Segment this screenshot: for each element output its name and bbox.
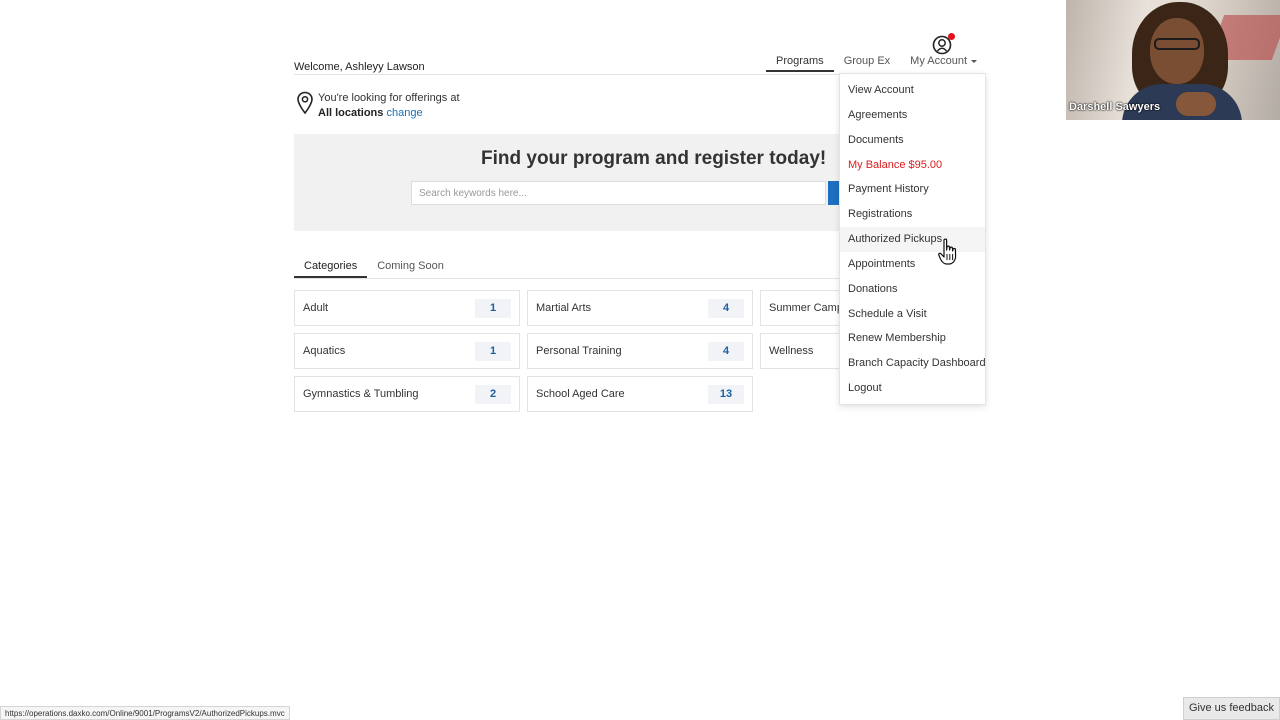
category-name: Gymnastics & Tumbling [303, 388, 419, 400]
category-name: Personal Training [536, 345, 622, 357]
menu-item-authorized-pickups[interactable]: Authorized Pickups [840, 227, 985, 252]
menu-item-payment-history[interactable]: Payment History [840, 177, 985, 202]
search-input[interactable] [411, 181, 826, 205]
participant-glasses [1154, 38, 1200, 50]
account-dropdown-menu: View Account Agreements Documents My Bal… [839, 73, 986, 405]
category-count: 13 [708, 385, 744, 404]
category-count: 2 [475, 385, 511, 404]
change-location-link[interactable]: change [386, 107, 422, 119]
participant-name: Darshell Sawyers [1069, 101, 1161, 113]
hero-title: Find your program and register today! [481, 148, 827, 169]
search-button[interactable] [828, 181, 839, 205]
location-prompt: You're looking for offerings at [318, 92, 460, 104]
menu-item-donations[interactable]: Donations [840, 277, 985, 302]
menu-item-view-account[interactable]: View Account [840, 78, 985, 103]
category-name: Adult [303, 302, 329, 314]
category-card[interactable]: Martial Arts 4 [527, 290, 753, 326]
caret-down-icon [971, 60, 978, 63]
category-count: 1 [475, 342, 511, 361]
top-navigation: Programs Group Ex My Account [766, 55, 987, 72]
category-name: Martial Arts [536, 302, 592, 314]
category-card[interactable]: Aquatics 1 [294, 333, 520, 369]
menu-item-renew-membership[interactable]: Renew Membership [840, 326, 985, 351]
nav-programs[interactable]: Programs [766, 55, 834, 72]
category-name: School Aged Care [536, 388, 625, 400]
participant-hand [1176, 92, 1216, 116]
category-card[interactable]: Adult 1 [294, 290, 520, 326]
category-count: 4 [708, 342, 744, 361]
map-pin-icon [297, 91, 313, 115]
category-count: 1 [475, 299, 511, 318]
menu-item-documents[interactable]: Documents [840, 128, 985, 153]
menu-item-logout[interactable]: Logout [840, 376, 985, 401]
menu-item-branch-capacity-dashboard[interactable]: Branch Capacity Dashboard [840, 351, 986, 376]
tab-coming-soon[interactable]: Coming Soon [367, 258, 454, 278]
category-count: 4 [708, 299, 744, 318]
menu-item-my-balance[interactable]: My Balance $95.00 [840, 153, 985, 178]
participant-face [1150, 18, 1204, 84]
welcome-text: Welcome, Ashleyy Lawson [294, 61, 425, 73]
nav-group-ex[interactable]: Group Ex [834, 55, 900, 72]
menu-item-schedule-visit[interactable]: Schedule a Visit [840, 302, 985, 327]
notification-dot [948, 33, 955, 40]
status-bar-url: https://operations.daxko.com/Online/9001… [0, 706, 290, 720]
menu-item-agreements[interactable]: Agreements [840, 103, 985, 128]
category-tabs: Categories Coming Soon [294, 258, 839, 279]
location-info: You're looking for offerings at All loca… [296, 91, 460, 121]
feedback-button[interactable]: Give us feedback [1183, 697, 1280, 720]
category-name: Summer Camp [769, 302, 843, 314]
hand-pointer-cursor-icon [938, 238, 957, 265]
category-card[interactable]: School Aged Care 13 [527, 376, 753, 412]
nav-my-account[interactable]: My Account [900, 55, 987, 72]
search-hero: Find your program and register today! [294, 134, 839, 231]
header-divider [294, 74, 839, 75]
tab-categories[interactable]: Categories [294, 258, 368, 278]
video-call-thumbnail: Darshell Sawyers [1066, 0, 1280, 120]
category-name: Aquatics [303, 345, 346, 357]
location-value: All locations [318, 107, 384, 119]
category-card[interactable]: Personal Training 4 [527, 333, 753, 369]
category-name: Wellness [769, 345, 814, 357]
menu-item-registrations[interactable]: Registrations [840, 202, 985, 227]
category-card[interactable]: Gymnastics & Tumbling 2 [294, 376, 520, 412]
menu-item-appointments[interactable]: Appointments [840, 252, 985, 277]
nav-my-account-label: My Account [910, 55, 968, 67]
